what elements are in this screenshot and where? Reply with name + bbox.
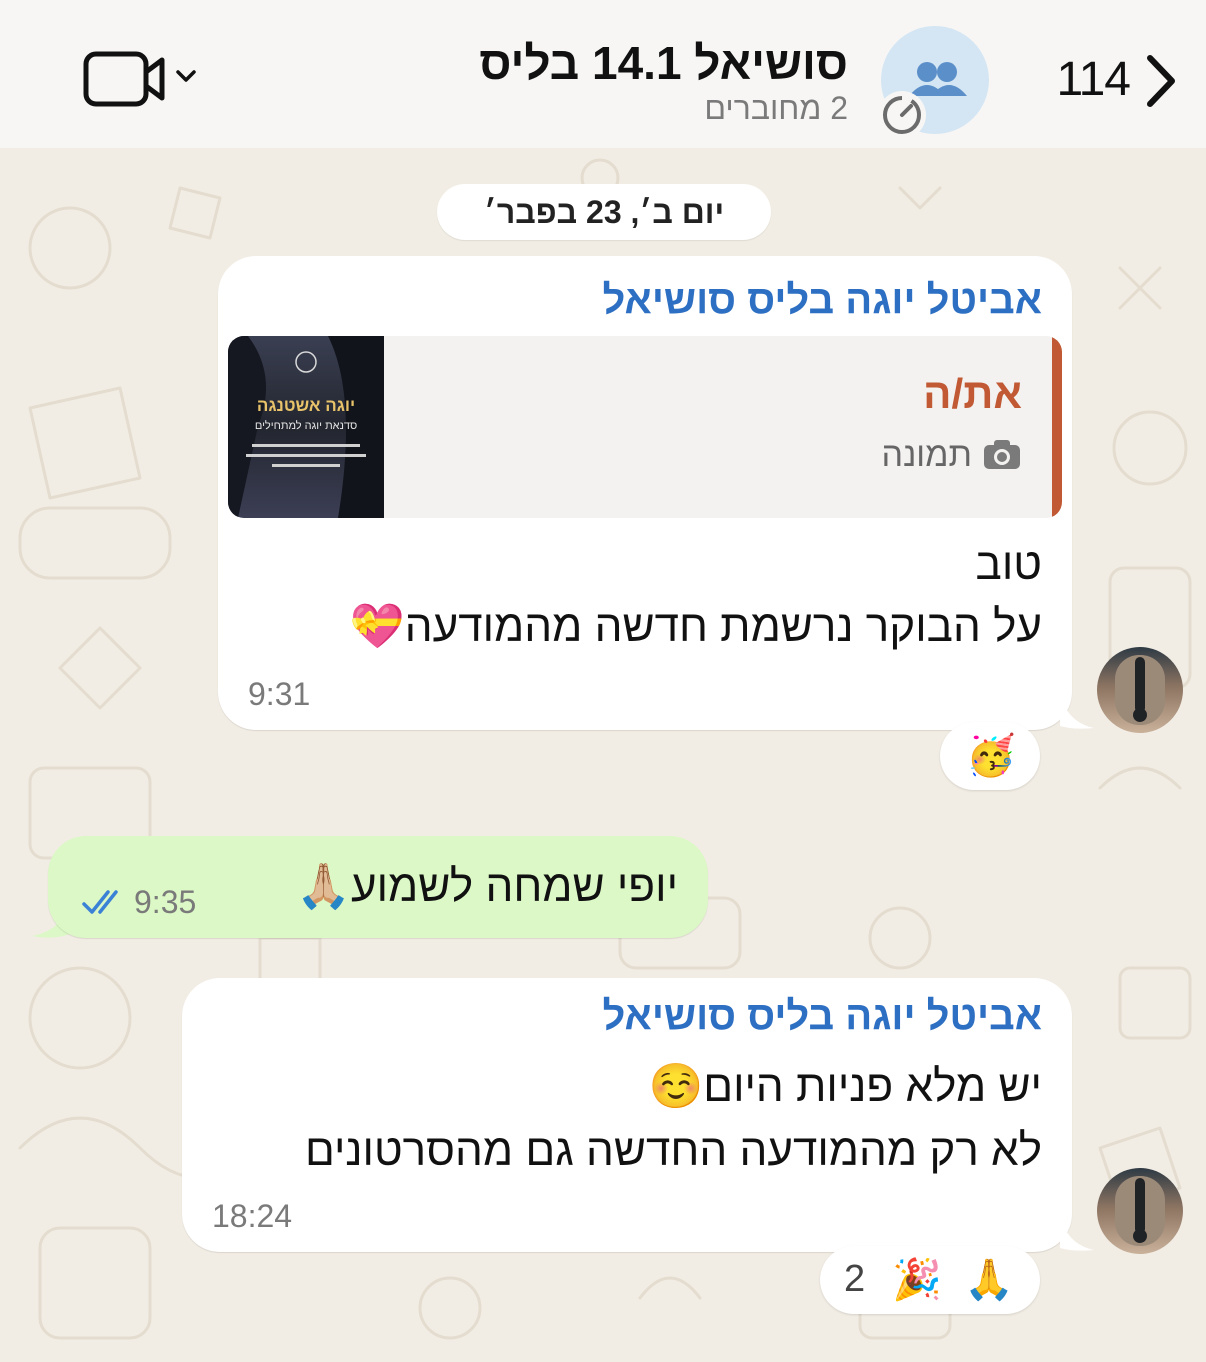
reaction-count: 2	[844, 1258, 866, 1300]
message-line: יש מלא פניות היום☺️	[648, 1062, 1042, 1111]
chevron-down-icon	[176, 70, 196, 82]
message-line: לא רק מהמודעה החדשה גם מהסרטונים	[305, 1126, 1042, 1175]
reaction-emoji: 🥳	[966, 734, 1016, 778]
bubble-tail-incoming	[1060, 1214, 1094, 1251]
thumbnail-title: יוגה אשטנגה	[256, 396, 356, 415]
disappearing-timer-icon	[878, 91, 926, 139]
avatar-photo	[1115, 1176, 1165, 1246]
date-separator: יום ב׳, 23 בפבר׳	[437, 184, 771, 240]
read-receipt-icon	[82, 890, 118, 914]
camera-icon	[984, 440, 1020, 469]
chevron-left-icon[interactable]	[1140, 52, 1180, 110]
message-bubble-outgoing[interactable]: יופי שמחה לשמוע🙏🏼 9:35	[48, 836, 708, 938]
reaction-emoji: 🙏	[964, 1258, 1014, 1302]
reply-accent-bar	[1052, 336, 1062, 518]
reply-author: את/ה	[923, 370, 1022, 417]
video-call-icon	[83, 51, 196, 107]
chat-header: 114 סושיאל 14.1 בליס 2 מחוברים	[0, 0, 1206, 148]
back-unread-count[interactable]: 114	[1020, 52, 1131, 107]
message-line: יופי שמחה לשמוע🙏🏼	[296, 862, 678, 911]
reaction-emoji: 🎉	[892, 1258, 942, 1302]
reply-kind: תמונה	[882, 436, 1022, 475]
thumbnail-subtitle: סדנאת יוגה למתחילים	[254, 420, 358, 432]
sender-name: אביטל יוגה בליס סושיאל	[602, 994, 1042, 1038]
video-call-button[interactable]	[82, 48, 206, 112]
message-time: 9:35	[134, 884, 197, 920]
message-time: 9:31	[248, 676, 311, 712]
reply-kind-label: תמונה	[881, 436, 972, 474]
message-bubble-incoming[interactable]: אביטל יוגה בליס סושיאל יש מלא פניות היום…	[182, 978, 1072, 1252]
bubble-tail-incoming	[1060, 692, 1094, 729]
message-line: טוב	[975, 540, 1042, 589]
avatar-photo	[1115, 655, 1165, 725]
message-line: על הבוקר נרשמת חדשה מהמודעה💝	[349, 602, 1042, 651]
chat-title[interactable]: סושיאל 14.1 בליס	[479, 36, 848, 90]
reaction-pill[interactable]: 🙏 🎉 2	[820, 1246, 1040, 1314]
sender-avatar[interactable]	[1097, 647, 1183, 733]
thumbnail-text-lines	[246, 444, 366, 467]
message-bubble-incoming[interactable]: אביטל יוגה בליס סושיאל את/ה תמונה יוגה א…	[218, 256, 1072, 730]
sender-avatar[interactable]	[1097, 1168, 1183, 1254]
sender-name: אביטל יוגה בליס סושיאל	[602, 278, 1042, 322]
reply-quote[interactable]: את/ה תמונה יוגה אשטנגה סדנאת יוגה למתחיל…	[228, 336, 1062, 518]
reaction-pill[interactable]: 🥳	[940, 722, 1040, 790]
chat-subtitle: 2 מחוברים	[704, 90, 848, 126]
message-time: 18:24	[212, 1198, 293, 1234]
reply-thumbnail: יוגה אשטנגה סדנאת יוגה למתחילים	[228, 336, 384, 518]
